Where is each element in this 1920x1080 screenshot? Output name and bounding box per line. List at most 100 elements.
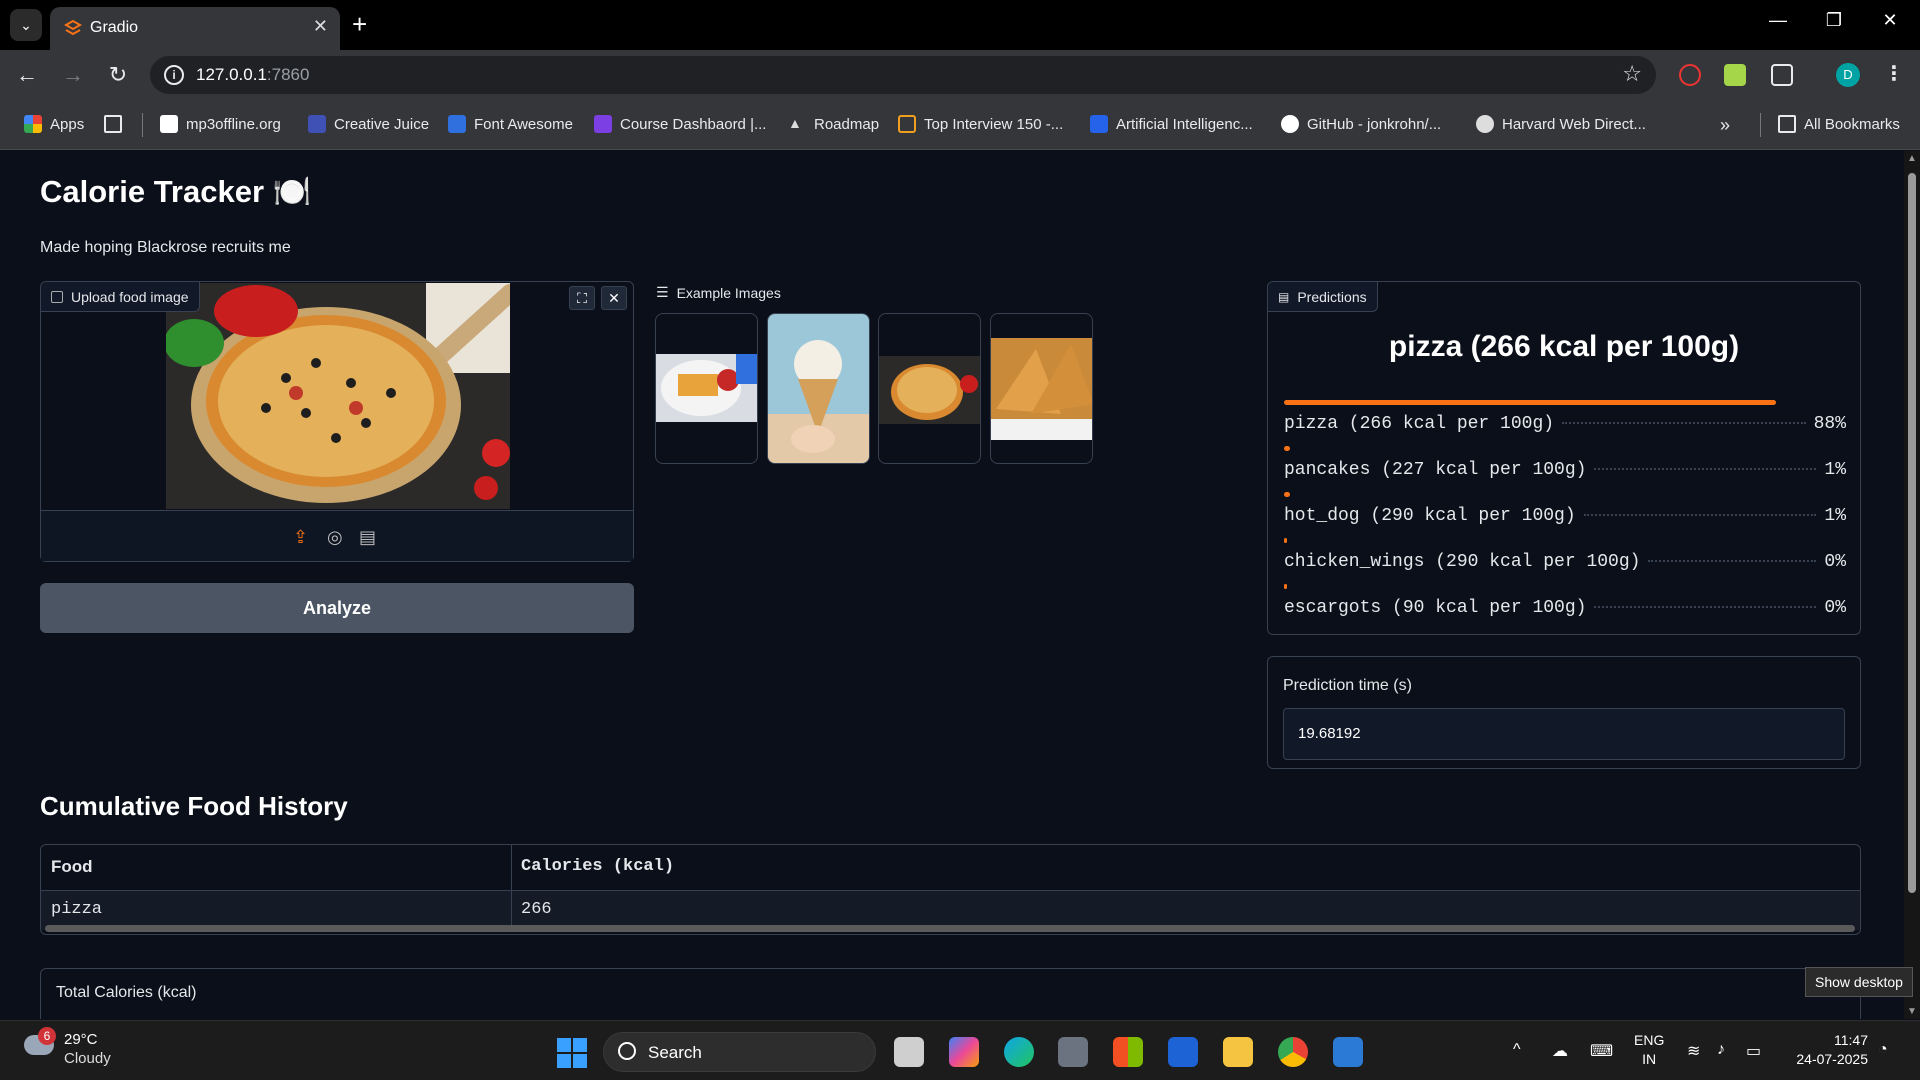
upload-food-image[interactable]: Upload food image ⛶ ✕ ⇪ ◎ ▤ [40, 281, 634, 562]
image-icon [51, 290, 63, 303]
prediction-time-value[interactable]: 19.68192 [1283, 708, 1845, 760]
extension-record-icon[interactable] [1679, 64, 1701, 86]
example-fries[interactable] [655, 313, 758, 464]
close-window-button[interactable]: ✕ [1870, 10, 1910, 31]
edge-icon[interactable] [1004, 1037, 1034, 1067]
example-ice-cream[interactable] [767, 313, 870, 464]
address-bar[interactable]: i 127.0.0.1:7860 ☆ [150, 56, 1656, 94]
pizza-photo [166, 283, 510, 509]
new-tab-button[interactable]: + [352, 10, 367, 38]
tab-title: Gradio [90, 19, 139, 36]
gradio-favicon-icon [64, 19, 82, 36]
minimize-button[interactable]: — [1758, 10, 1798, 31]
browser-menu-icon[interactable]: ⋮ [1884, 61, 1904, 86]
reload-button[interactable]: ↻ [103, 62, 133, 88]
notification-icon[interactable]: ◔ [1878, 1041, 1888, 1059]
back-button[interactable]: ← [12, 62, 42, 88]
predictions-label: ▤ Predictions [1268, 282, 1378, 312]
confidence-percent: 1% [1824, 506, 1846, 526]
confidence-leader [1562, 422, 1806, 424]
scroll-thumb[interactable] [1908, 173, 1916, 893]
restore-button[interactable]: ❐ [1814, 10, 1854, 31]
tab-groups-icon[interactable] [104, 115, 122, 133]
confidence-text: escargots (90 kcal per 100g) 0% [1284, 598, 1846, 618]
onedrive-icon[interactable]: ☁ [1552, 1041, 1568, 1061]
browser-tab-gradio[interactable]: Gradio ✕ [50, 7, 340, 50]
samosa-photo [991, 338, 1092, 440]
keyboard-icon[interactable]: ⌨ [1590, 1041, 1613, 1061]
rocket-icon: ▲ [788, 115, 802, 131]
tab-close-icon[interactable]: ✕ [313, 16, 328, 37]
taskbar-search[interactable]: Search [603, 1032, 876, 1072]
github-icon [1281, 115, 1299, 133]
profile-avatar[interactable]: D [1836, 63, 1860, 87]
prediction-time-label: Prediction time (s) [1283, 677, 1412, 694]
forward-button[interactable]: → [58, 62, 88, 88]
confidence-label: pizza (266 kcal per 100g) [1284, 414, 1555, 434]
folder-icon [1778, 115, 1796, 133]
url-text[interactable]: 127.0.0.1:7860 [196, 65, 309, 85]
upload-controls: ⛶ ✕ [569, 286, 627, 310]
confidence-bar [1284, 492, 1290, 497]
clipboard-icon[interactable]: ▤ [359, 527, 376, 548]
bookmark-course-dashboard[interactable]: Course Dashbaord |... [594, 115, 766, 133]
bookmark-separator [142, 113, 143, 137]
bookmark-creative-juice[interactable]: Creative Juice [308, 115, 429, 133]
bookmark-top-interview[interactable]: Top Interview 150 -... [898, 115, 1063, 133]
bookmark-harvard[interactable]: Harvard Web Direct... [1476, 115, 1646, 133]
search-label: Search [648, 1043, 702, 1062]
tab-search-button[interactable]: ⌄ [10, 9, 42, 41]
ai-course-icon [1090, 115, 1108, 133]
clear-image-icon[interactable]: ✕ [601, 286, 627, 310]
course-dashboard-icon [594, 115, 612, 133]
creative-juice-icon [308, 115, 326, 133]
bookmark-font-awesome[interactable]: Font Awesome [448, 115, 573, 133]
extensions-puzzle-icon[interactable] [1771, 64, 1793, 86]
table-header-food[interactable]: Food [41, 845, 93, 890]
app-icon-blue[interactable] [1168, 1037, 1198, 1067]
windows-taskbar: 6 29°C Cloudy Search ^ ☁ ⌨ ENG IN ≋ ♪ ▭ 1… [0, 1020, 1920, 1080]
vscode-icon[interactable] [1333, 1037, 1363, 1067]
volume-icon[interactable]: ♪ [1717, 1041, 1725, 1059]
bookmark-apps[interactable]: Apps [24, 115, 84, 133]
microsoft-store-icon[interactable] [1113, 1037, 1143, 1067]
extension-icon[interactable] [1724, 64, 1746, 86]
all-bookmarks[interactable]: All Bookmarks [1778, 115, 1900, 133]
font-awesome-flag-icon [448, 115, 466, 133]
example-samosa[interactable] [990, 313, 1093, 464]
app-icon[interactable] [1058, 1037, 1088, 1067]
analyze-button[interactable]: Analyze [40, 583, 634, 633]
browser-toolbar: ← → ↻ i 127.0.0.1:7860 ☆ D ⋮ [0, 50, 1920, 100]
bookmark-mp3offline[interactable]: mp3offline.org [160, 115, 281, 133]
task-view-icon[interactable] [894, 1037, 924, 1067]
table-header-calories[interactable]: Calories (kcal) [511, 845, 674, 890]
confidence-percent: 0% [1824, 598, 1846, 618]
example-pizza[interactable] [878, 313, 981, 464]
tray-chevron-up-icon[interactable]: ^ [1513, 1041, 1521, 1059]
table-horizontal-scrollbar[interactable] [45, 925, 1855, 932]
more-bookmarks-chevron-icon[interactable]: » [1720, 115, 1730, 136]
page-scrollbar[interactable]: ▲ ▼ [1904, 151, 1920, 1019]
start-windows-icon[interactable] [557, 1038, 587, 1068]
confidence-bar [1284, 584, 1287, 589]
scroll-down-icon[interactable]: ▼ [1907, 1006, 1917, 1017]
bookmark-artificial-intelligence[interactable]: Artificial Intelligenc... [1090, 115, 1253, 133]
fullscreen-icon[interactable]: ⛶ [569, 286, 595, 310]
file-explorer-icon[interactable] [1223, 1037, 1253, 1067]
battery-icon[interactable]: ▭ [1746, 1041, 1761, 1061]
upload-icon[interactable]: ⇪ [293, 527, 308, 548]
top-prediction: pizza (266 kcal per 100g) [1388, 330, 1740, 363]
bookmark-roadmap[interactable]: ▲ Roadmap [788, 115, 879, 133]
bookmark-star-icon[interactable]: ☆ [1622, 61, 1642, 87]
bookmark-github[interactable]: GitHub - jonkrohn/... [1281, 115, 1441, 133]
browser-tabstrip: ⌄ Gradio ✕ + — ❐ ✕ [0, 0, 1920, 50]
copilot-icon[interactable] [949, 1037, 979, 1067]
wifi-icon[interactable]: ≋ [1687, 1041, 1700, 1061]
chrome-icon[interactable] [1278, 1037, 1308, 1067]
webcam-icon[interactable]: ◎ [327, 527, 343, 548]
language-indicator[interactable]: ENG IN [1634, 1031, 1664, 1069]
weather-condition: Cloudy [64, 1050, 111, 1067]
clock[interactable]: 11:47 24-07-2025 [1788, 1031, 1868, 1069]
site-info-icon[interactable]: i [164, 65, 184, 85]
scroll-up-icon[interactable]: ▲ [1907, 153, 1917, 164]
